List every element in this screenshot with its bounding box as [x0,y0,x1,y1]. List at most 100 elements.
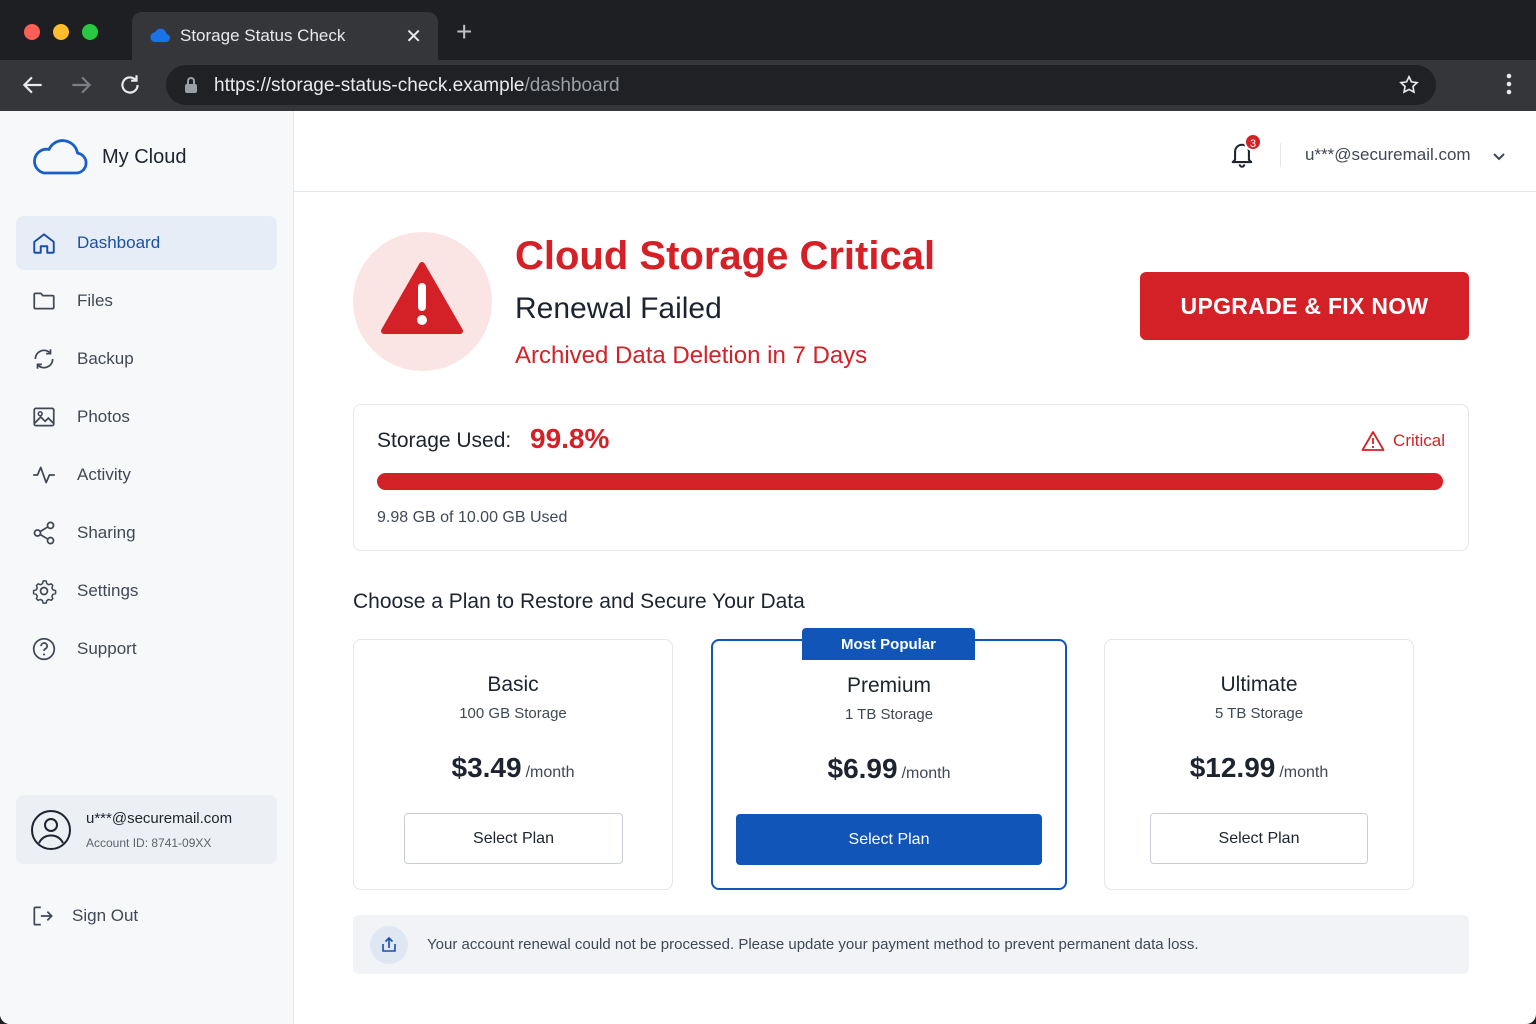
plan-storage: 100 GB Storage [459,705,567,722]
plan-name: Premium [846,674,931,697]
minimize-window-button[interactable] [53,24,69,40]
account-id: Account ID: 8741-09XX [86,836,212,850]
sidebar-item-label: Support [77,639,137,658]
upgrade-fix-button[interactable]: UPGRADE & FIX NOW [1140,272,1469,340]
cloud-favicon-icon [148,25,172,50]
sidebar-item-label: Sharing [77,523,136,542]
sidebar: My Cloud Dashboard Files Backup Photos A… [0,111,294,1024]
home-icon [30,229,58,257]
cloud-logo-icon [33,139,88,175]
reload-icon[interactable] [117,72,143,103]
plan-price: $12.99/month [1105,752,1413,784]
plan-price: $3.49/month [354,752,672,784]
app-area: My Cloud Dashboard Files Backup Photos A… [0,111,1536,1024]
sign-out-icon [33,906,53,926]
plan-price-period: /month [525,764,575,781]
sync-icon [30,345,58,373]
tab-strip: Storage Status Check ✕ + [0,0,1536,60]
bookmark-star-icon[interactable] [1398,74,1420,101]
critical-status-label: Critical [1393,431,1445,450]
upload-icon [370,926,408,964]
browser-tab[interactable]: Storage Status Check ✕ [132,12,438,60]
plan-price-period: /month [901,765,951,782]
sign-out-label: Sign Out [72,906,139,925]
plan-price-period: /month [1279,764,1329,781]
storage-used-percent: 99.8% [530,423,610,454]
brand[interactable]: My Cloud [30,137,186,177]
plan-card-ultimate: Ultimate 5 TB Storage $12.99/month Selec… [1104,639,1414,890]
sidebar-item-label: Dashboard [77,233,161,252]
close-tab-icon[interactable]: ✕ [405,24,422,49]
select-plan-button[interactable]: Select Plan [404,813,623,864]
sidebar-item-files[interactable]: Files [16,274,277,328]
warning-triangle-icon [381,262,463,334]
sidebar-item-label: Photos [77,407,130,426]
sidebar-item-photos[interactable]: Photos [16,390,277,444]
sidebar-item-dashboard[interactable]: Dashboard [16,216,277,270]
browser-menu-icon[interactable] [1506,72,1512,101]
maximize-window-button[interactable] [82,24,98,40]
sidebar-item-label: Files [77,291,113,310]
sidebar-item-label: Settings [77,581,139,600]
forward-icon[interactable] [68,72,94,103]
plan-storage: 1 TB Storage [844,706,934,723]
plan-storage: 5 TB Storage [1214,705,1304,722]
select-plan-button[interactable]: Select Plan [736,814,1042,865]
notification-count-badge: 3 [1244,133,1262,151]
plan-price-amount: $6.99 [827,753,898,784]
pulse-icon [30,461,58,489]
plans-heading: Choose a Plan to Restore and Secure Your… [353,590,805,613]
notice-text: Your account renewal could not be proces… [427,936,1199,953]
gear-icon [30,577,58,605]
image-icon [30,403,58,431]
tab-title: Storage Status Check [180,26,346,45]
most-popular-badge: Most Popular [802,628,975,660]
sign-out-button[interactable]: Sign Out [30,903,138,929]
close-window-button[interactable] [24,24,40,40]
main-content: Cloud Storage Critical Renewal Failed Ar… [294,192,1536,1024]
plan-name: Basic [487,673,539,696]
top-bar: 3 u***@securemail.com [294,111,1536,192]
sidebar-item-label: Backup [77,349,134,368]
folder-icon [30,287,58,315]
share-icon [30,519,58,547]
brand-name: My Cloud [102,145,187,168]
plan-card-premium: Premium 1 TB Storage $6.99/month Select … [711,639,1067,890]
sidebar-item-support[interactable]: Support [16,622,277,676]
user-menu-email[interactable]: u***@securemail.com [1305,145,1471,165]
alert-warning: Archived Data Deletion in 7 Days [515,342,868,369]
sidebar-item-backup[interactable]: Backup [16,332,277,386]
plan-price-amount: $12.99 [1189,752,1276,783]
storage-used-label: Storage Used: [377,429,512,452]
chevron-down-icon[interactable] [1492,149,1506,167]
account-email: u***@securemail.com [86,810,233,827]
new-tab-icon[interactable]: + [456,18,472,46]
browser-window: Storage Status Check ✕ + https://storage… [0,0,1536,1024]
sidebar-item-sharing[interactable]: Sharing [16,506,277,560]
warning-badge [353,232,492,371]
help-icon [30,635,58,663]
plan-name: Ultimate [1220,673,1298,696]
avatar-icon [30,809,72,856]
lock-icon[interactable] [184,76,198,99]
critical-status: Critical [1361,430,1445,452]
plan-price-amount: $3.49 [451,752,522,783]
divider [1280,143,1281,167]
account-card[interactable]: u***@securemail.com Account ID: 8741-09X… [16,795,277,864]
select-plan-button[interactable]: Select Plan [1150,813,1368,864]
payment-notice: Your account renewal could not be proces… [353,915,1469,974]
storage-progress-bar [377,473,1445,490]
sidebar-item-settings[interactable]: Settings [16,564,277,618]
sidebar-item-activity[interactable]: Activity [16,448,277,502]
sidebar-nav: Dashboard Files Backup Photos Activity S… [16,216,277,680]
alert-title: Cloud Storage Critical [515,234,936,278]
back-icon[interactable] [20,72,46,103]
url-text: https://storage-status-check.example/das… [214,75,620,97]
plan-price: $6.99/month [713,753,1065,785]
storage-progress-fill [377,473,1443,490]
storage-usage-card: Storage Used: 99.8% Critical 9.98 GB of … [353,404,1469,551]
warning-icon [1361,431,1385,451]
address-bar[interactable]: https://storage-status-check.example/das… [166,65,1436,105]
alert-subtitle: Renewal Failed [515,292,722,325]
browser-toolbar: https://storage-status-check.example/das… [0,60,1536,111]
